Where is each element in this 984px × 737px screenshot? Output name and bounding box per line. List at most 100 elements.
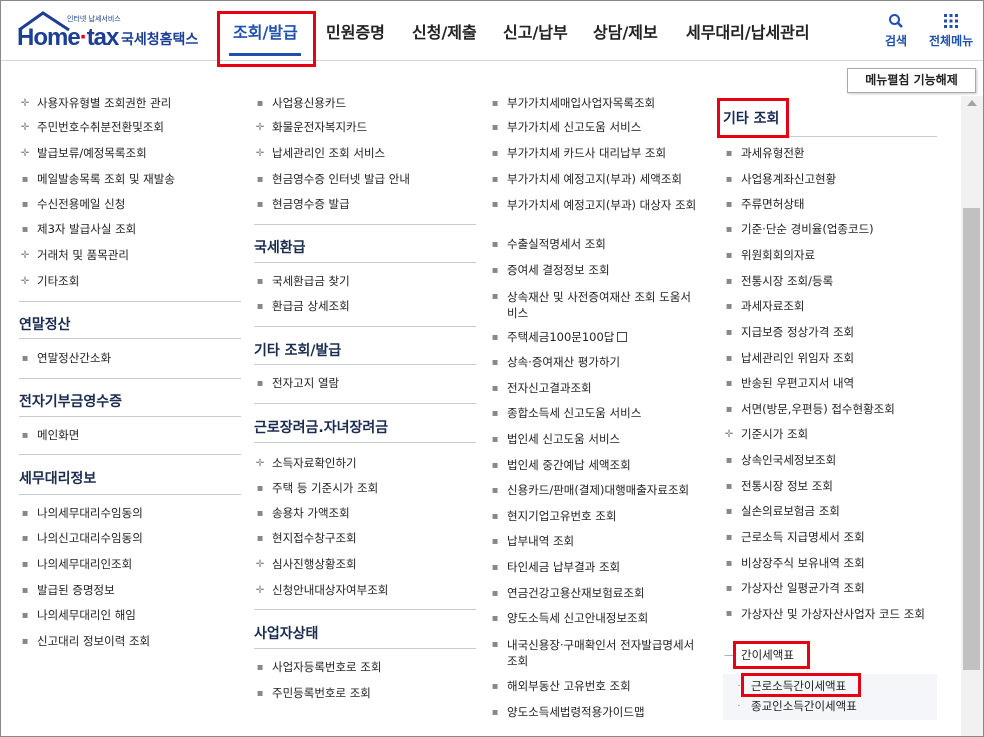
- menu-item-label: 수신전용메일 신청: [37, 197, 126, 211]
- bullet-icon: ▪: [491, 536, 499, 547]
- menu-item-label: 위원회회의자료: [741, 248, 816, 262]
- mega-menu: ✛ 사용자유형별 조회권한 관리 ✛ 주민번호수취분전환및조회 ✛ 발급보류/예정목록…: [1, 96, 961, 736]
- menu-item-label: 과세유형전환: [741, 146, 805, 160]
- bullet-icon: ▪: [491, 122, 499, 133]
- search-label: 검색: [885, 34, 908, 48]
- bullet-icon: ▪: [725, 327, 733, 338]
- menu-item-label: 납세관리인 위임자 조회: [741, 351, 855, 365]
- plus-icon: ✛: [255, 559, 265, 570]
- section-divider: [19, 338, 241, 339]
- menu-item-label: 지급보증 정상가격 조회: [741, 325, 855, 339]
- bullet-icon: ▪: [21, 508, 29, 519]
- bullet-icon: ▪: [491, 148, 499, 159]
- bullet-icon: ▪: [256, 301, 264, 312]
- menu-item-label: 나의세무대리수임동의: [37, 506, 143, 520]
- scroll-up-arrow-icon[interactable]: [967, 100, 977, 106]
- gnb-filing-payment[interactable]: 신고/납부: [503, 1, 568, 61]
- menu-item-label: 법인세 중간예납 세액조회: [507, 458, 631, 472]
- menu-item-label: 현지접수창구조회: [272, 531, 357, 545]
- bullet-icon: ▪: [491, 174, 499, 185]
- bullet-icon: ▪: [256, 533, 264, 544]
- menu-item-label: 사업자등록번호로 조회: [272, 660, 382, 674]
- section-divider: [19, 301, 241, 302]
- plus-icon: ✛: [20, 98, 30, 109]
- menu-item-label: 부가가치세매입사업자목록조회: [507, 96, 656, 110]
- bullet-icon: ▪: [256, 508, 264, 519]
- gnb-civil-certificates[interactable]: 민원증명: [326, 1, 385, 61]
- section-title[interactable]: 사업자상태: [254, 623, 318, 643]
- menu-item-label: 소득자료확인하기: [272, 456, 357, 470]
- section-title[interactable]: 기타 조회/발급: [254, 340, 341, 360]
- logo-dot: ·: [79, 24, 88, 51]
- menu-item-label: 상속·증여재산 평가하기: [507, 355, 621, 369]
- bullet-icon: ▪: [491, 357, 499, 368]
- menu-item-label: 사업용신용카드: [272, 96, 347, 110]
- section-divider: [254, 262, 476, 263]
- menu-item-label: 제3자 발급사실 조회: [37, 222, 137, 236]
- gnb-application-submission[interactable]: 신청/제출: [412, 1, 477, 61]
- menu-item-label: 기타조회: [37, 274, 80, 288]
- sub-toolbar: 메뉴펼침 기능해제: [1, 62, 983, 96]
- bullet-icon: ▪: [491, 265, 499, 276]
- plus-icon: ✛: [255, 585, 265, 596]
- menu-item-label: 서면(방문,우편등) 접수현황조회: [741, 402, 895, 416]
- bullet-icon: ▪: [725, 301, 733, 312]
- bullet-icon: ▪: [256, 174, 264, 185]
- bullet-icon: ▪: [725, 583, 733, 594]
- bullet-icon: ▪: [725, 378, 733, 389]
- hometax-logo[interactable]: 인터넷 납세서비스 Home·tax 국세청홈택스: [17, 11, 207, 51]
- bullet-icon: ▪: [21, 199, 29, 210]
- section-title[interactable]: 근로장려금.자녀장려금: [254, 417, 388, 437]
- bullet-icon: ▪: [725, 174, 733, 185]
- bullet-icon: ▪: [725, 148, 733, 159]
- section-divider: [254, 403, 476, 404]
- menu-item-label: 현금영수증 발급: [272, 197, 350, 211]
- scrollbar-thumb[interactable]: [963, 208, 980, 670]
- bullet-icon: ▪: [491, 98, 499, 109]
- vertical-scrollbar[interactable]: [961, 96, 983, 736]
- bullet-icon: ▪: [491, 511, 499, 522]
- section-divider: [19, 494, 241, 495]
- section-title[interactable]: 전자기부금영수증: [19, 391, 122, 411]
- menu-item-label: 메인화면: [37, 428, 80, 442]
- bullet-icon: ▪: [491, 562, 499, 573]
- bullet-icon: ▪: [491, 460, 499, 471]
- section-title[interactable]: 국세환급: [254, 237, 306, 257]
- bullet-icon: ▪: [725, 224, 733, 235]
- bullet-icon: ▪: [725, 608, 733, 619]
- bullet-icon: ▪: [256, 378, 264, 389]
- bullet-icon: ▪: [256, 688, 264, 699]
- bullet-icon: ▪: [725, 404, 733, 415]
- menu-item-label: 거래처 및 품목관리: [37, 248, 129, 262]
- menu-item-label: 전자신고결과조회: [507, 381, 592, 395]
- bullet-icon: ▪: [725, 250, 733, 261]
- bullet-icon: ▪: [491, 707, 499, 718]
- bullet-icon: ▪: [491, 434, 499, 445]
- logo-wordmark: Home·tax: [17, 24, 119, 52]
- bullet-icon: ▪: [491, 408, 499, 419]
- menu-item-label: 실손의료보험금 조회: [741, 504, 840, 518]
- section-divider: [254, 224, 476, 225]
- section-title[interactable]: 연말정산: [19, 314, 71, 334]
- section-title[interactable]: 세무대리정보: [19, 468, 96, 488]
- search-button[interactable]: 검색: [885, 11, 907, 49]
- menu-item-label: 기준·단순 경비율(업종코드): [741, 222, 874, 236]
- bullet-icon: ▪: [491, 681, 499, 692]
- menu-expand-toggle-button[interactable]: 메뉴펼침 기능해제: [847, 68, 976, 93]
- menu-item-label: 메일발송목록 조회 및 재발송: [37, 172, 175, 186]
- menu-item-label: 전통시장 정보 조회: [741, 479, 833, 493]
- all-menu-button[interactable]: 전체메뉴: [929, 11, 973, 49]
- menu-item-label: 증여세 결정정보 조회: [507, 263, 610, 277]
- bullet-icon: ▪: [725, 353, 733, 364]
- menu-item-label: 사용자유형별 조회권한 관리: [37, 96, 172, 110]
- section-divider: [19, 416, 241, 417]
- menu-item-label: 주민번호수취분전환및조회: [37, 120, 164, 134]
- bullet-icon: ▪: [491, 588, 499, 599]
- menu-item-label: 과세자료조회: [741, 299, 805, 313]
- gnb-consult-report[interactable]: 상담/제보: [593, 1, 658, 61]
- menu-item-label: 연금건강고용산재보험료조회: [507, 586, 645, 600]
- menu-item-label: 화물운전자복지카드: [272, 120, 368, 134]
- bullet-icon: ▪: [491, 239, 499, 250]
- gnb-tax-agent[interactable]: 세무대리/납세관리: [686, 1, 810, 61]
- menu-item-label: 법인세 신고도움 서비스: [507, 432, 621, 446]
